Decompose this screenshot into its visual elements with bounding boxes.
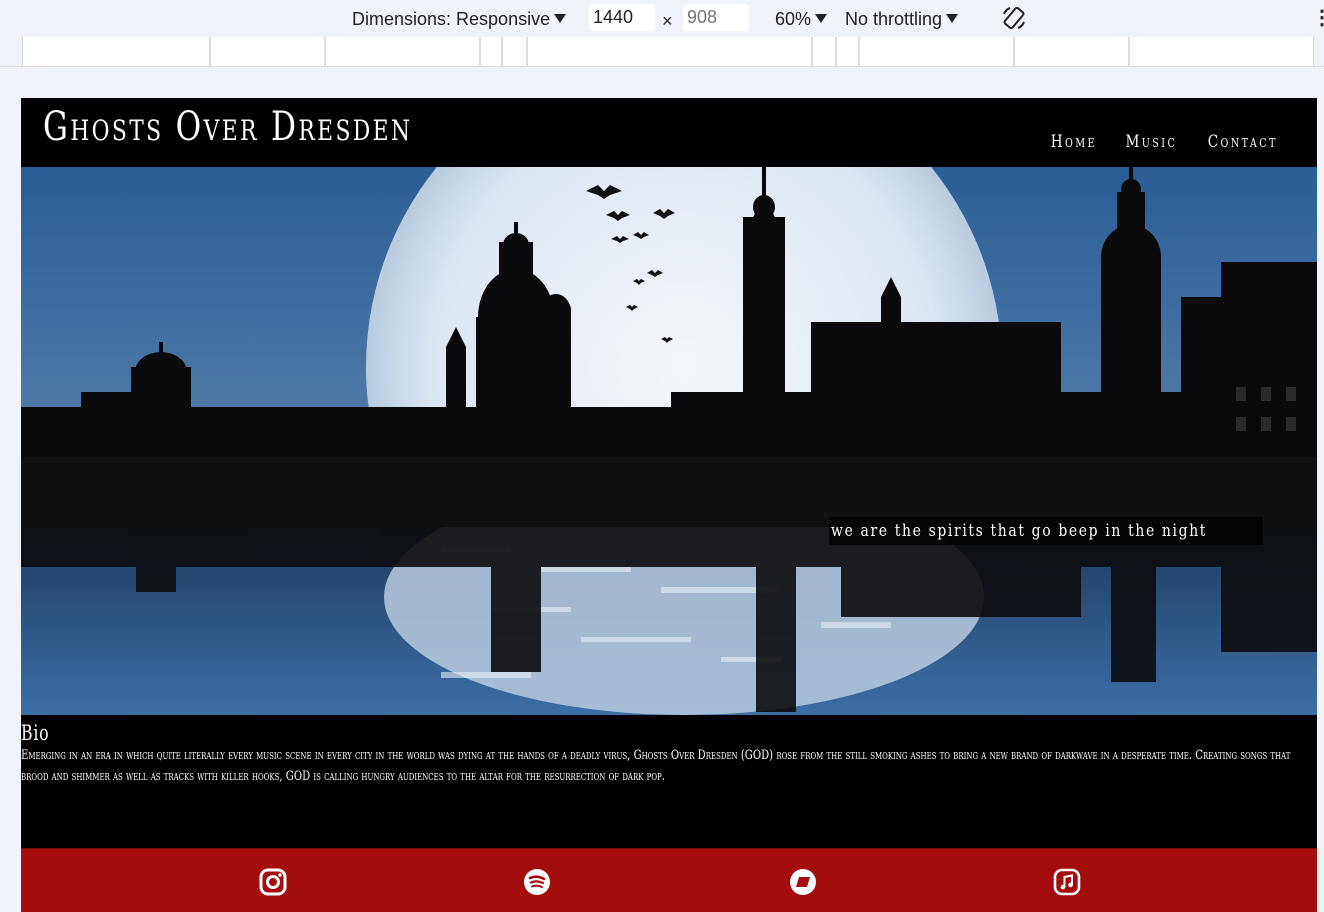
dimensions-dropdown[interactable]: Dimensions: Responsive [352, 6, 567, 32]
media-query-bar[interactable] [480, 37, 502, 66]
site-header: Ghosts Over Dresden Home Music Contact [21, 98, 1317, 167]
media-query-bar[interactable] [859, 37, 1014, 66]
more-options-button[interactable]: ⋮ [1312, 5, 1324, 31]
more-vertical-icon: ⋮ [1312, 7, 1324, 29]
rotate-button[interactable] [1000, 4, 1028, 30]
dresden-skyline-image [21, 167, 1317, 715]
media-query-bar[interactable] [527, 37, 812, 66]
rotate-icon [1003, 6, 1025, 30]
site-title[interactable]: Ghosts Over Dresden [43, 104, 412, 150]
height-input[interactable] [683, 4, 749, 31]
media-query-bar[interactable] [22, 37, 210, 66]
bio-section: Bio Emerging in an era in which quite li… [21, 715, 1317, 848]
media-query-bar[interactable] [1129, 37, 1314, 66]
spotify-link[interactable] [523, 868, 551, 896]
media-query-bar[interactable] [836, 37, 859, 66]
dimensions-label: Dimensions: Responsive [352, 9, 551, 29]
throttling-label: No throttling [845, 9, 943, 29]
main-nav: Home Music Contact [1045, 132, 1287, 152]
media-query-bar[interactable] [325, 37, 480, 66]
times-sign: × [662, 11, 673, 31]
tagline-text: we are the spirits that go beep in the n… [831, 521, 1208, 541]
hero-image: we are the spirits that go beep in the n… [21, 167, 1317, 715]
apple-music-link[interactable] [1053, 868, 1081, 896]
devtools-device-toolbar: Dimensions: Responsive × 60% No throttli… [0, 0, 1324, 37]
apple-music-icon [1053, 868, 1081, 896]
zoom-dropdown[interactable]: 60% [775, 6, 828, 32]
bio-heading: Bio [21, 721, 50, 745]
media-query-bar[interactable] [502, 37, 527, 66]
spotify-icon [524, 869, 550, 895]
media-query-ruler [0, 37, 1324, 67]
throttling-dropdown[interactable]: No throttling [845, 6, 959, 32]
bandcamp-icon [790, 869, 816, 895]
media-query-bar[interactable] [812, 37, 836, 66]
instagram-icon [259, 868, 287, 896]
chevron-down-icon [554, 14, 567, 23]
chevron-down-icon [946, 14, 959, 23]
nav-music[interactable]: Music [1125, 132, 1177, 152]
hero-tagline: we are the spirits that go beep in the n… [829, 517, 1263, 545]
chevron-down-icon [815, 14, 828, 23]
bio-text: Emerging in an era in which quite litera… [21, 748, 1291, 784]
site-footer [21, 848, 1317, 912]
nav-contact[interactable]: Contact [1208, 132, 1278, 152]
bandcamp-link[interactable] [789, 868, 817, 896]
media-query-bar[interactable] [210, 37, 325, 66]
zoom-label: 60% [775, 9, 812, 29]
width-input[interactable] [589, 4, 655, 31]
emulated-viewport: Ghosts Over Dresden Home Music Contact w… [21, 98, 1317, 912]
instagram-link[interactable] [259, 868, 287, 896]
media-query-bar[interactable] [1014, 37, 1129, 66]
nav-home[interactable]: Home [1051, 132, 1097, 152]
